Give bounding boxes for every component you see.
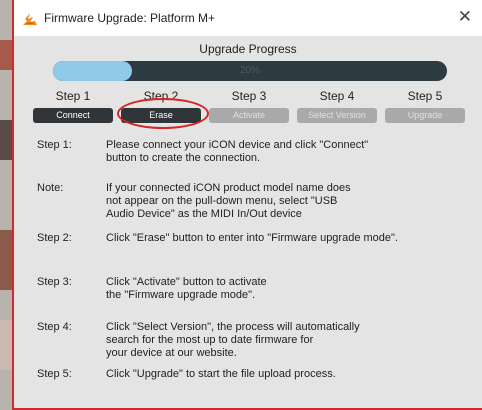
instruction-text: Please connect your iCON device and clic…	[106, 139, 369, 164]
step-5-label: Step 5	[407, 89, 443, 103]
progress-percent: 20%	[239, 65, 260, 76]
activate-button[interactable]: Activate	[209, 108, 289, 123]
window-content: Upgrade Progress 20% Step 1 Step 2 Step …	[14, 36, 482, 408]
instruction-label: Note:	[37, 182, 64, 194]
step-4-label: Step 4	[319, 89, 355, 103]
flame-icon	[23, 13, 37, 25]
instruction-text: Click "Select Version", the process will…	[106, 321, 360, 359]
title-bar: Firmware Upgrade: Platform M+ ✕	[14, 0, 482, 36]
select-version-button[interactable]: Select Version	[297, 108, 377, 123]
close-button[interactable]: ✕	[458, 7, 472, 27]
step-1-label: Step 1	[55, 89, 91, 103]
instruction-label: Step 1:	[37, 139, 72, 151]
connect-button[interactable]: Connect	[33, 108, 113, 123]
instruction-label: Step 3:	[37, 276, 72, 288]
progress-bar: 20%	[53, 61, 447, 81]
step-3-label: Step 3	[231, 89, 267, 103]
erase-button[interactable]: Erase	[121, 108, 201, 123]
instruction-text: Click "Upgrade" to start the file upload…	[106, 368, 336, 380]
instruction-label: Step 2:	[37, 232, 72, 244]
instruction-label: Step 5:	[37, 368, 72, 380]
upgrade-button[interactable]: Upgrade	[385, 108, 465, 123]
step-2-label: Step 2	[143, 89, 179, 103]
instruction-text: Click "Erase" button to enter into "Firm…	[106, 232, 398, 244]
instruction-text: Click "Activate" button to activate the …	[106, 276, 267, 301]
instruction-text: If your connected iCON product model nam…	[106, 182, 351, 220]
firmware-upgrade-window: Firmware Upgrade: Platform M+ ✕ Upgrade …	[12, 0, 482, 410]
instruction-label: Step 4:	[37, 321, 72, 333]
progress-title: Upgrade Progress	[199, 42, 297, 56]
window-title: Firmware Upgrade: Platform M+	[44, 11, 216, 25]
